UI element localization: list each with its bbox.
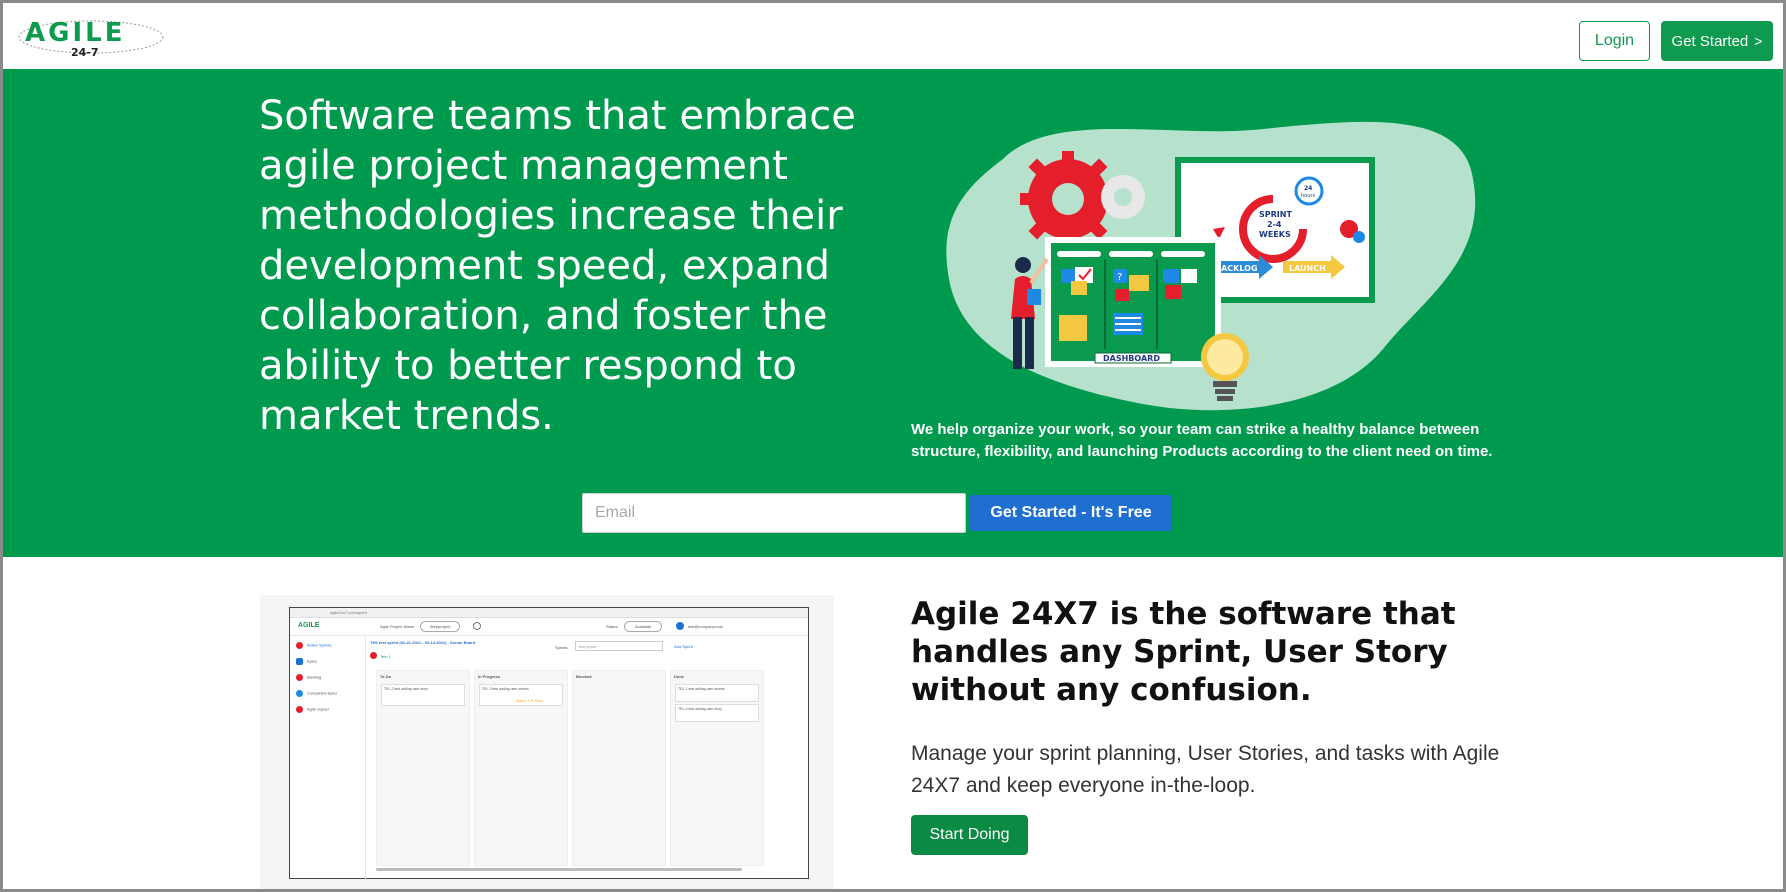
chevron-right-icon: >: [1754, 33, 1763, 49]
svg-text:DASHBOARD: DASHBOARD: [1103, 354, 1160, 363]
get-started-label: Get Started: [1671, 32, 1749, 50]
browser-bar: agile24x7.com/sprint: [290, 608, 808, 618]
svg-text:?: ?: [1117, 272, 1122, 283]
sprint-title: TES test sprint (02-21-2021 - 03-14-2021…: [370, 640, 476, 645]
feature-section: agile24x7.com/sprint AGILE Agile Project…: [3, 557, 1783, 889]
sidebar-item-epics: Epics: [296, 658, 317, 665]
white-gear-icon: [1101, 175, 1145, 219]
app-sidebar: Active Sprints Epics Backlog Completed E…: [290, 636, 366, 880]
login-button[interactable]: Login: [1579, 21, 1650, 61]
avatar: [676, 622, 684, 630]
svg-text:hours: hours: [1301, 193, 1315, 199]
feature-description: Manage your sprint planning, User Storie…: [911, 742, 1500, 797]
agile-illustration: SPRINT 2-4 WEEKS 24 hours BACKLOG LAUNCH: [946, 121, 1476, 411]
column-todo: To Do TEL-2 test adding user story: [376, 670, 470, 866]
get-started-button[interactable]: Get Started >: [1661, 21, 1773, 61]
feature-title: Agile 24X7 is the software that handles …: [911, 596, 1456, 708]
sidebar-item-active-sprints: Active Sprints: [296, 642, 331, 649]
horizontal-scrollbar: [376, 868, 742, 871]
svg-text:24: 24: [1304, 185, 1312, 192]
app-header: AGILE Agile Project Name Webproject Stat…: [290, 618, 808, 636]
team-icon: [370, 652, 377, 659]
svg-text:2-4: 2-4: [1267, 220, 1282, 229]
agile-logo[interactable]: AGILE 24-7: [15, 11, 171, 59]
start-doing-button[interactable]: Start Doing: [911, 815, 1028, 855]
page-frame: AGILE 24-7 Login Get Started > Software …: [0, 0, 1786, 892]
sidebar-item-agile-squad: Agile Squad: [296, 706, 329, 713]
email-input[interactable]: [582, 493, 966, 533]
top-header: AGILE 24-7 Login Get Started >: [3, 3, 1783, 69]
sidebar-item-backlog: Backlog: [296, 674, 321, 681]
svg-text:LAUNCH: LAUNCH: [1289, 264, 1326, 273]
svg-text:BACKLOG: BACKLOG: [1215, 264, 1258, 273]
column-in-progress: In Progress TEL-3 test adding user stori…: [474, 670, 568, 866]
logo-graphic: AGILE 24-7: [18, 18, 164, 59]
column-done: Done TEL-1 test adding user stories TEL-…: [670, 670, 764, 866]
hero-headline: Software teams that embrace agile projec…: [259, 93, 856, 439]
hero-subtext: We help organize your work, so your team…: [911, 421, 1493, 460]
logo-subtext: 24-7: [71, 46, 99, 57]
sidebar-item-completed-epics: Completed Epics: [296, 690, 337, 697]
get-started-free-button[interactable]: Get Started - It's Free: [970, 495, 1172, 531]
screenshot-frame: agile24x7.com/sprint AGILE Agile Project…: [289, 607, 809, 880]
logo-text: AGILE: [25, 18, 125, 48]
hero-section: Software teams that embrace agile projec…: [3, 69, 1783, 557]
app-screenshot: agile24x7.com/sprint AGILE Agile Project…: [260, 595, 834, 889]
svg-text:WEEKS: WEEKS: [1259, 230, 1291, 239]
dashboard-board: ? DASHBOARD: [1045, 237, 1221, 367]
add-icon: [473, 622, 481, 630]
column-blocked: Blocked: [572, 670, 666, 866]
svg-text:SPRINT: SPRINT: [1259, 210, 1292, 219]
